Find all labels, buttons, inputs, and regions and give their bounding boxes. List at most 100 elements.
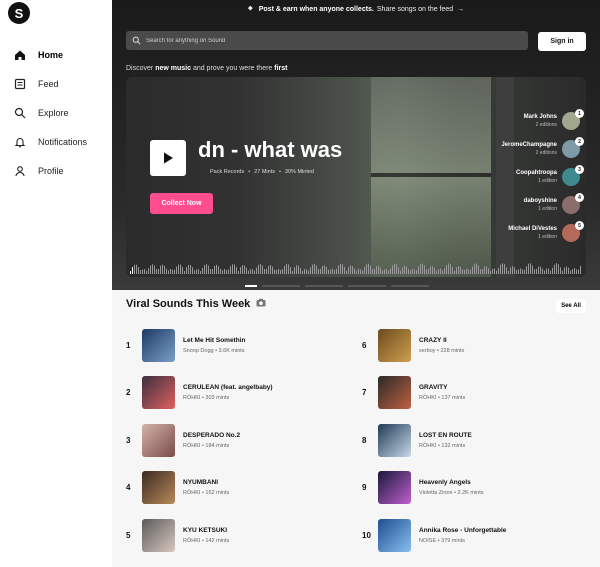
waveform-bar xyxy=(266,268,267,274)
track-row[interactable]: 10 Annika Rose - Unforgettable NOISE • 379… xyxy=(362,518,506,552)
carousel-dot[interactable] xyxy=(348,285,386,287)
waveform-bar xyxy=(254,270,255,274)
sidebar-item-home[interactable]: Home xyxy=(0,40,112,69)
main-content: ⬥ Post & earn when anyone collects. Shar… xyxy=(112,0,600,567)
track-rank: 3 xyxy=(126,435,131,445)
dark-header-area: ⬥ Post & earn when anyone collects. Shar… xyxy=(112,0,600,290)
album-art[interactable] xyxy=(142,376,175,409)
track-row[interactable]: 3 DESPERADO No.2 RŌHKI • 184 mints xyxy=(126,423,240,457)
track-title: NYUMBANI xyxy=(183,479,219,486)
track-rank: 7 xyxy=(362,388,367,397)
waveform-bar xyxy=(206,264,207,274)
see-all-button[interactable]: See All xyxy=(556,299,586,313)
track-rank: 10 xyxy=(362,530,371,540)
waveform-bar xyxy=(182,267,183,274)
track-row[interactable]: 2 CERULEAN (feat. angelbaby) RŌHKI • 303 m… xyxy=(126,376,273,410)
waveform-bar xyxy=(510,267,511,274)
waveform-bar xyxy=(376,266,377,274)
sidebar-item-label: Feed xyxy=(38,78,59,89)
waveform-bar xyxy=(238,270,239,274)
carousel-dot[interactable] xyxy=(391,285,429,287)
sidebar-nav: Home Feed Explore Notifications Profile xyxy=(0,40,112,185)
waveform-bar xyxy=(276,269,277,274)
track-row[interactable]: 8 LOST EN ROUTE RŌHKI • 132 mints xyxy=(362,423,472,457)
camera-icon xyxy=(256,298,266,310)
waveform-bar xyxy=(380,267,381,274)
waveform-bar xyxy=(364,266,365,274)
waveform-bar xyxy=(446,265,447,274)
sidebar-item-notifications[interactable]: Notifications xyxy=(0,127,112,156)
carousel-dot[interactable] xyxy=(305,285,343,287)
album-art[interactable] xyxy=(142,518,175,552)
waveform-bar xyxy=(154,265,155,274)
waveform-bar xyxy=(378,265,379,274)
collector-row[interactable]: daboyshine 1 edition 4 xyxy=(420,191,584,219)
waveform-bar xyxy=(524,269,525,274)
track-row[interactable]: 6 CRAZY II serboy • 228 mints xyxy=(362,328,464,362)
waveform-bar xyxy=(348,267,349,274)
waveform-bar xyxy=(268,265,269,274)
waveform-bar xyxy=(164,265,165,274)
sidebar-item-explore[interactable]: Explore xyxy=(0,98,112,127)
waveform-bar xyxy=(576,269,577,274)
track-row[interactable]: 4 NYUMBANI RŌHKI • 152 mints xyxy=(126,471,229,505)
waveform-bar xyxy=(522,269,523,274)
play-button[interactable] xyxy=(150,140,186,176)
album-art[interactable] xyxy=(378,471,411,504)
banner-lead: Post & earn when anyone collects. xyxy=(258,5,374,13)
album-art[interactable] xyxy=(142,423,175,457)
waveform-bar xyxy=(274,269,275,274)
sign-in-button[interactable]: Sign in xyxy=(538,32,586,51)
collector-row[interactable]: Mark Johns 2 editions 1 xyxy=(420,107,584,135)
collector-row[interactable]: Michael DiVestes 1 edition 5 xyxy=(420,219,584,247)
carousel-dot[interactable] xyxy=(262,285,300,287)
waveform-bar xyxy=(560,267,561,274)
sidebar-item-feed[interactable]: Feed xyxy=(0,69,112,98)
waveform-bar xyxy=(326,266,327,274)
waveform-bar xyxy=(366,264,367,274)
carousel-dot[interactable] xyxy=(245,285,257,287)
collect-now-button[interactable]: Collect Now xyxy=(150,193,213,214)
waveform-bar xyxy=(546,268,547,274)
waveform-bar xyxy=(438,269,439,274)
track-row[interactable]: 5 KYU KETSUKI RŌHKI • 142 mints xyxy=(126,518,229,552)
waveform-bar xyxy=(178,264,179,274)
waveform-bar xyxy=(260,263,261,274)
waveform-bar xyxy=(228,269,229,274)
waveform[interactable] xyxy=(130,262,582,274)
waveform-bar xyxy=(436,270,437,274)
waveform-bar xyxy=(318,269,319,274)
waveform-bar xyxy=(138,266,139,274)
waveform-bar xyxy=(356,270,357,274)
album-art[interactable] xyxy=(378,423,411,457)
search-bar[interactable] xyxy=(126,31,528,50)
track-rank: 8 xyxy=(362,435,367,445)
collector-row[interactable]: JeromeChampagne 2 editions 2 xyxy=(420,135,584,163)
waveform-bar xyxy=(544,270,545,274)
album-art[interactable] xyxy=(142,328,175,362)
sound-logo[interactable]: S xyxy=(8,2,30,24)
track-row[interactable]: 7 GRAVITY RŌHKI • 137 mints xyxy=(362,376,465,410)
track-title: DESPERADO No.2 xyxy=(183,431,241,439)
waveform-bar xyxy=(330,269,331,274)
waveform-bar xyxy=(332,268,333,274)
waveform-bar xyxy=(558,264,559,274)
featured-hero-card[interactable]: dn - what was Pack Records • 27 Mints • 30% … xyxy=(126,77,586,277)
album-art[interactable] xyxy=(142,471,175,504)
waveform-bar xyxy=(320,268,321,274)
waveform-bar xyxy=(262,265,263,274)
promo-banner[interactable]: ⬥ Post & earn when anyone collects. Shar… xyxy=(112,0,600,18)
track-row[interactable]: 1 Let Me Hit Somethin Snoop Dogg • 3.6K mi… xyxy=(126,328,245,362)
waveform-bar xyxy=(130,271,131,274)
album-art[interactable] xyxy=(378,518,411,552)
album-art[interactable] xyxy=(378,328,411,362)
waveform-bar xyxy=(368,263,369,274)
waveform-bar xyxy=(428,268,429,274)
collector-row[interactable]: Coopahtroopa 1 edition 3 xyxy=(420,163,584,191)
track-rank: 5 xyxy=(126,530,131,540)
sidebar-item-profile[interactable]: Profile xyxy=(0,156,112,185)
track-row[interactable]: 9 Heavenly Angels Violetta Zironi • 2.2K m… xyxy=(362,471,484,505)
waveform-bar xyxy=(456,267,457,274)
search-input[interactable] xyxy=(146,37,506,44)
album-art[interactable] xyxy=(378,376,411,409)
